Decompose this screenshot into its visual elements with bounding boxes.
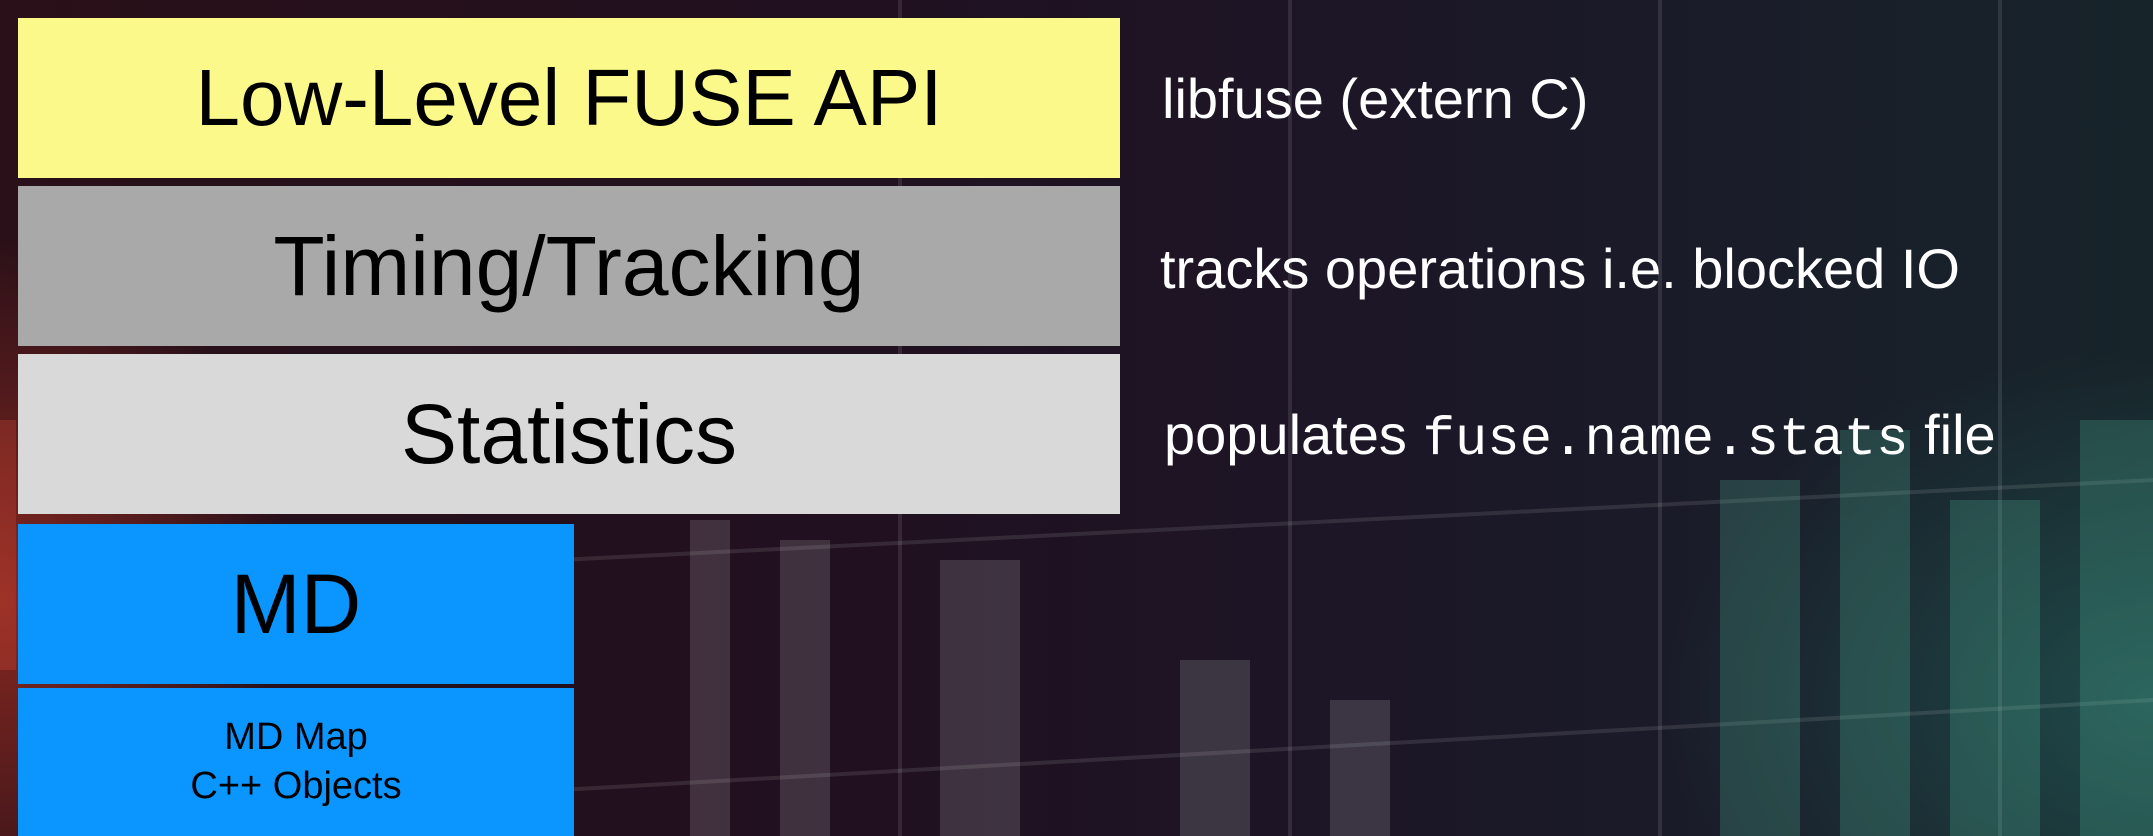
timing-tracking-layer: Timing/Tracking	[18, 186, 1120, 346]
low-level-fuse-api-label: Low-Level FUSE API	[195, 53, 943, 142]
timing-tracking-label: Timing/Tracking	[273, 218, 865, 313]
statistics-description: populates fuse.name.stats file	[1164, 402, 1996, 471]
tracking-description: tracks operations i.e. blocked IO	[1160, 237, 1960, 300]
md-map-label-line2: C++ Objects	[190, 765, 402, 807]
md-map-label-line1: MD Map	[224, 716, 368, 759]
statistics-label: Statistics	[400, 386, 738, 481]
stats-filename-code: fuse.name.stats	[1422, 410, 1909, 471]
libfuse-description: libfuse (extern C)	[1162, 67, 1589, 130]
populates-suffix: file	[1924, 403, 1996, 466]
low-level-fuse-api-layer: Low-Level FUSE API	[18, 18, 1120, 178]
statistics-layer: Statistics	[18, 354, 1120, 514]
md-layer: MD	[18, 524, 574, 684]
populates-prefix: populates	[1164, 403, 1407, 466]
md-map-layer: MD Map C++ Objects	[18, 688, 574, 836]
md-label: MD	[230, 556, 362, 651]
